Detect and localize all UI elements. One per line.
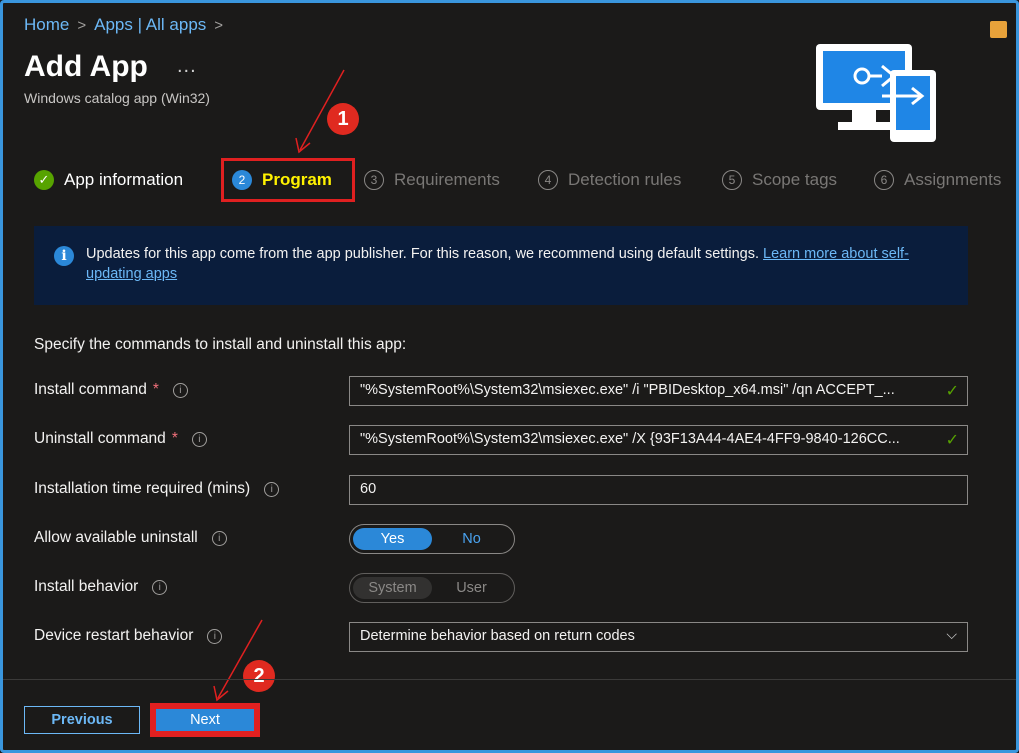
step-scope-tags[interactable]: 5 Scope tags [722,158,837,202]
step-number-icon: 3 [364,170,384,190]
callout-1-badge: 1 [327,103,359,135]
step-number-icon: 6 [874,170,894,190]
info-tooltip-icon[interactable]: i [152,579,168,595]
allow-uninstall-toggle[interactable]: Yes No [349,524,515,554]
breadcrumb: Home > Apps | All apps > [24,15,223,35]
uninstall-command-label: Uninstall command [34,430,166,447]
install-behavior-toggle: System User [349,573,515,603]
uninstall-command-row: Uninstall command * i "%SystemRoot%\System… [34,425,968,455]
install-behavior-row: Install behavior i System User [34,573,968,603]
more-options-button[interactable]: ... [177,55,197,78]
install-time-label: Installation time required (mins) [34,480,251,497]
info-tooltip-icon[interactable]: i [172,382,188,398]
callout-2-badge: 2 [243,660,275,692]
wizard-steps: ✓ App information 2 Program 3 Requiremen… [34,158,1014,202]
step-number-icon: 2 [232,170,252,190]
step-label: App information [64,170,184,189]
step-requirements[interactable]: 3 Requirements [364,158,500,202]
next-button[interactable]: Next [156,709,254,731]
page-title: Add App [24,50,148,83]
form-instructions: Specify the commands to install and unin… [34,336,407,353]
step-label: Program [262,170,332,189]
uninstall-command-input[interactable]: "%SystemRoot%\System32\msiexec.exe" /X {… [349,425,968,455]
next-button-highlight[interactable]: Next [150,703,260,737]
step-app-information[interactable]: ✓ App information [34,158,183,202]
info-tooltip-icon[interactable]: i [207,628,223,644]
info-text: Updates for this app come from the app p… [86,246,764,262]
toggle-yes-option[interactable]: Yes [353,528,432,550]
install-behavior-label: Install behavior [34,578,139,595]
restart-behavior-dropdown[interactable]: Determine behavior based on return codes… [349,622,968,652]
step-detection-rules[interactable]: 4 Detection rules [538,158,681,202]
required-asterisk: * [171,430,178,447]
info-icon: i [54,246,74,266]
required-asterisk: * [152,381,159,398]
step-program[interactable]: 2 Program [221,158,355,202]
breadcrumb-apps[interactable]: Apps | All apps [94,15,206,35]
chevron-right-icon: > [214,16,224,34]
restart-behavior-label: Device restart behavior [34,627,194,644]
allow-uninstall-label: Allow available uninstall [34,529,198,546]
page-subtitle: Windows catalog app (Win32) [24,90,210,106]
previous-button[interactable]: Previous [24,706,140,734]
step-label: Scope tags [752,170,838,189]
chevron-right-icon: > [77,16,87,34]
info-banner: i Updates for this app come from the app… [34,226,968,305]
site-logo-icon [990,21,1007,38]
info-tooltip-icon[interactable]: i [211,530,227,546]
step-assignments[interactable]: 6 Assignments [874,158,1001,202]
allow-uninstall-row: Allow available uninstall i Yes No [34,524,968,554]
step-number-icon: 5 [722,170,742,190]
step-label: Detection rules [568,170,682,189]
step-label: Assignments [904,170,1002,189]
chevron-down-icon: ⌵ [946,626,957,642]
restart-behavior-row: Device restart behavior i Determine behav… [34,622,968,652]
install-time-row: Installation time required (mins) i 60 [34,475,968,505]
checkmark-icon: ✓ [34,170,54,190]
info-tooltip-icon[interactable]: i [264,481,280,497]
install-command-row: Install command * i "%SystemRoot%\System32… [34,376,968,406]
toggle-system-option: System [353,577,432,599]
install-time-input[interactable]: 60 [349,475,968,505]
info-tooltip-icon[interactable]: i [191,431,207,447]
step-number-icon: 4 [538,170,558,190]
toggle-user-option: User [456,580,487,596]
valid-check-icon: ✓ [945,383,959,400]
toggle-no-option[interactable]: No [432,528,511,550]
install-command-input[interactable]: "%SystemRoot%\System32\msiexec.exe" /i "… [349,376,968,406]
step-label: Requirements [394,170,500,189]
footer-divider [3,679,1016,680]
valid-check-icon: ✓ [945,432,959,449]
breadcrumb-home[interactable]: Home [24,15,69,35]
install-command-label: Install command [34,381,147,398]
remote-desktop-icon [816,44,936,142]
